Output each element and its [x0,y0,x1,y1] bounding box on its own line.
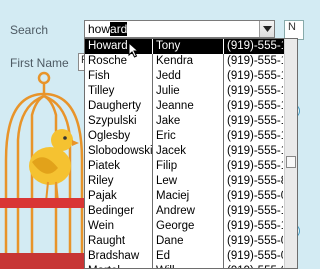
list-row[interactable]: BedingerAndrew(919)-555-10 [85,204,297,219]
search-input[interactable]: howard [88,22,128,37]
list-row[interactable]: SlobodowskiJacek(919)-555-10 [85,144,297,159]
list-cell-phone: (919)-555-06 [227,250,283,262]
list-row[interactable]: PajakMaciej(919)-555-09 [85,189,297,204]
list-cell-first: Daugherty [85,99,153,114]
results-dropdown-list[interactable]: HowardTony(919)-555-16RoscheKendra(919)-… [84,38,298,269]
first-name-label: First Name [10,56,69,70]
list-cell-last: George [153,219,224,234]
list-row[interactable]: MartelWill(919)-555-09 [85,264,297,268]
list-cell-phone: (919)-555-10 [227,160,283,172]
list-row[interactable]: DaughertyJeanne(919)-555-10 [85,99,297,114]
list-cell-first: Howard [85,39,153,54]
list-row[interactable]: RoscheKendra(919)-555-10 [85,54,297,69]
list-cell-last: Andrew [153,204,224,219]
list-cell-first: Piatek [85,159,153,174]
list-cell-last: Ed [153,249,224,264]
list-cell-phone: (919)-555-10 [227,205,283,217]
list-cell-last: Jedd [153,69,224,84]
list-cell-last: Julie [153,84,224,99]
list-cell-phone: (919)-555-10 [227,85,283,97]
mouse-pointer-icon [128,42,139,58]
list-row[interactable]: TilleyJulie(919)-555-10 [85,84,297,99]
list-cell-phone: (919)-555-09 [224,264,283,268]
list-cell-first: Bradshaw [85,249,153,264]
list-cell-first: Szypulski [85,114,153,129]
list-cell-last: Jeanne [153,99,224,114]
list-cell-phone: (919)-555-10 [227,145,283,157]
list-cell-last: Jacek [153,144,224,159]
list-row[interactable]: PiatekFilip(919)-555-10 [85,159,297,174]
list-cell-last: Lew [153,174,224,189]
list-cell-phone: (919)-555-10 [227,130,283,142]
list-cell-last: Will [153,264,224,268]
list-cell-first: Bedinger [85,204,153,219]
list-row[interactable]: HowardTony(919)-555-16 [85,39,297,54]
dropdown-button[interactable] [259,21,274,37]
list-cell-first: Slobodowski [85,144,153,159]
list-cell-first: Raught [85,234,153,249]
list-cell-first: Wein [85,219,153,234]
list-cell-first: Tilley [85,84,153,99]
list-row[interactable]: BradshawEd(919)-555-06 [85,249,297,264]
list-cell-last: Filip [153,159,224,174]
list-cell-last: Maciej [153,189,224,204]
list-cell-last: Dane [153,234,224,249]
cage-base [0,253,92,269]
list-cell-phone: (919)-555-09 [227,190,283,202]
list-cell-phone: (919)-555-15 [227,70,283,82]
list-cell-first: Riley [85,174,153,189]
search-selected-text: ard [110,22,128,36]
list-cell-first: Fish [85,69,153,84]
vertical-scrollbar[interactable] [284,39,297,268]
list-cell-phone: (919)-555-10 [227,115,283,127]
bird [29,129,79,203]
list-cell-phone: (919)-555-10 [227,55,283,67]
chevron-down-icon [262,26,272,32]
list-cell-first: Martel [85,264,153,268]
side-field[interactable]: N [284,20,304,40]
list-cell-last: Eric [153,129,224,144]
list-cell-first: Rosche [85,54,153,69]
list-cell-first: Pajak [85,189,153,204]
list-cell-last: Jake [153,114,224,129]
list-cell-phone: (919)-555-80 [227,175,283,187]
search-combobox[interactable]: howard [84,20,275,38]
search-label: Search [10,23,49,37]
bird-cage-illustration [0,71,92,269]
scrollbar-thumb[interactable] [286,156,296,168]
list-cell-last: Kendra [153,54,224,69]
list-row[interactable]: RaughtDane(919)-555-05 [85,234,297,249]
cage-perch [0,198,92,208]
list-cell-phone: (919)-555-10 [227,100,283,112]
list-row[interactable]: FishJedd(919)-555-15 [85,69,297,84]
list-row[interactable]: SzypulskiJake(919)-555-10 [85,114,297,129]
list-cell-phone: (919)-555-16 [227,40,283,52]
list-row[interactable]: WeinGeorge(919)-555-13 [85,219,297,234]
list-row[interactable]: RileyLew(919)-555-80 [85,174,297,189]
list-cell-phone: (919)-555-05 [227,235,283,247]
list-cell-last: Tony [153,39,224,54]
list-row[interactable]: OglesbyEric(919)-555-10 [85,129,297,144]
list-cell-first: Oglesby [85,129,153,144]
list-cell-phone: (919)-555-13 [227,220,283,232]
